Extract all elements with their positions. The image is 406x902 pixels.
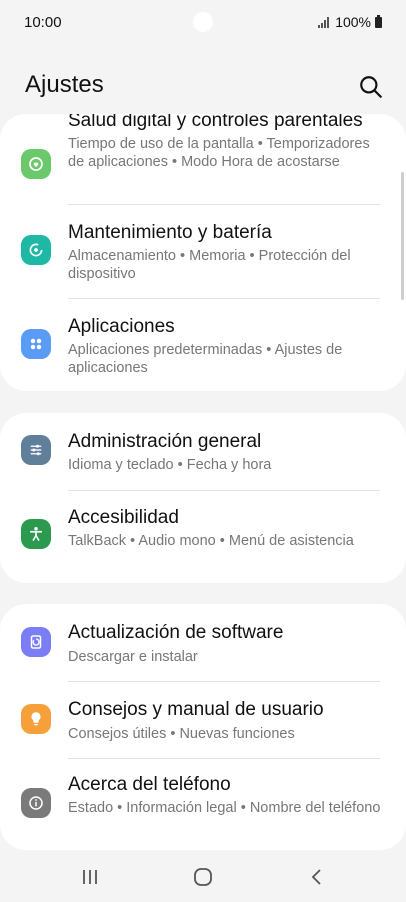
general-management-icon: [21, 435, 51, 465]
software-update-icon: [21, 627, 51, 657]
settings-group-3: Actualización de software Descargar e in…: [0, 604, 406, 850]
settings-group-1: Salud digital y controles parentales Tie…: [0, 114, 406, 391]
about-phone-icon: [21, 788, 51, 818]
item-subtitle: Idioma y teclado • Fecha y hora: [68, 457, 272, 473]
wellbeing-icon: [21, 149, 51, 179]
settings-item-device-care[interactable]: Mantenimiento y batería Almacenamiento •…: [0, 205, 406, 299]
item-subtitle: Tiempo de uso de la pantalla • Temporiza…: [68, 136, 370, 170]
item-title: Mantenimiento y batería: [68, 222, 272, 243]
settings-item-digital-wellbeing[interactable]: Salud digital y controles parentales Tie…: [0, 114, 406, 205]
item-title: Accesibilidad: [68, 507, 179, 528]
battery-icon: [375, 14, 382, 28]
app-header: Ajustes: [0, 58, 406, 114]
item-subtitle: Descargar e instalar: [68, 649, 198, 665]
settings-item-accessibility[interactable]: Accesibilidad TalkBack • Audio mono • Me…: [0, 491, 406, 583]
navigation-bar: [0, 852, 406, 902]
recent-apps-icon[interactable]: [79, 866, 101, 888]
item-title: Actualización de software: [68, 622, 284, 643]
apps-icon: [21, 329, 51, 359]
search-icon[interactable]: [358, 74, 384, 100]
back-icon[interactable]: [306, 866, 328, 888]
battery-level: 100%: [335, 14, 371, 30]
settings-item-about-phone[interactable]: Acerca del teléfono Estado • Información…: [0, 759, 406, 850]
item-subtitle: Aplicaciones predeterminadas • Ajustes d…: [68, 342, 343, 376]
settings-item-software-update[interactable]: Actualización de software Descargar e in…: [0, 604, 406, 681]
accessibility-icon: [21, 519, 51, 549]
device-care-icon: [21, 235, 51, 265]
item-subtitle: Almacenamiento • Memoria • Protección de…: [68, 248, 351, 282]
item-subtitle: Estado • Información legal • Nombre del …: [68, 800, 381, 816]
settings-item-general-management[interactable]: Administración general Idioma y teclado …: [0, 413, 406, 490]
status-icons: 100%: [318, 14, 382, 30]
item-title: Consejos y manual de usuario: [68, 699, 324, 720]
home-icon[interactable]: [192, 866, 214, 888]
settings-item-tips[interactable]: Consejos y manual de usuario Consejos út…: [0, 682, 406, 758]
item-subtitle: TalkBack • Audio mono • Menú de asistenc…: [68, 533, 354, 549]
page-title: Ajustes: [25, 71, 104, 98]
front-camera: [193, 12, 213, 32]
item-title: Administración general: [68, 431, 262, 452]
item-title: Acerca del teléfono: [68, 774, 231, 795]
signal-icon: [318, 16, 330, 28]
scrollbar[interactable]: [401, 172, 404, 300]
tips-icon: [21, 704, 51, 734]
status-bar: 10:00 100%: [0, 0, 406, 44]
item-subtitle: Consejos útiles • Nuevas funciones: [68, 726, 295, 742]
item-title: Aplicaciones: [68, 316, 175, 337]
item-title: Salud digital y controles parentales: [68, 114, 363, 131]
settings-group-2: Administración general Idioma y teclado …: [0, 413, 406, 583]
status-time: 10:00: [24, 14, 62, 31]
settings-item-apps[interactable]: Aplicaciones Aplicaciones predeterminada…: [0, 299, 406, 391]
